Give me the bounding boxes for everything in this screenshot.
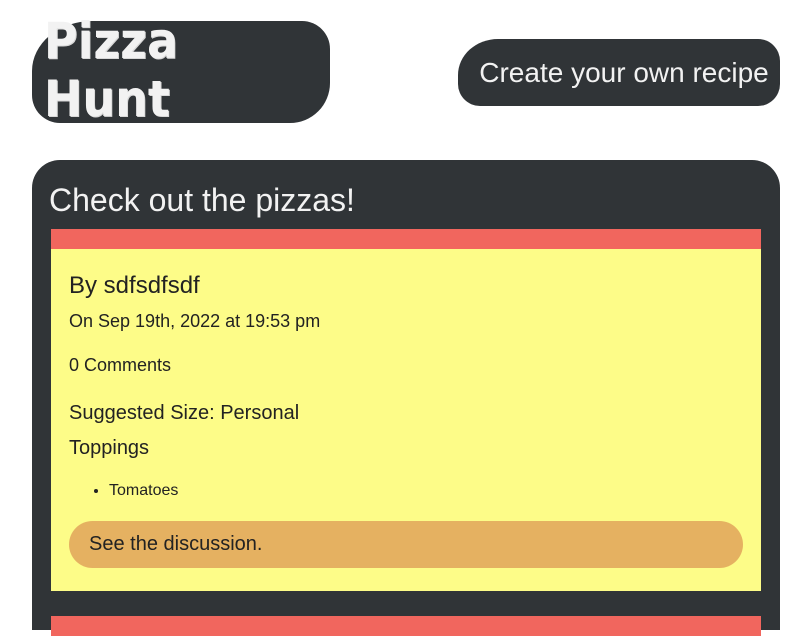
pizza-date: On Sep 19th, 2022 at 19:53 pm [69,311,321,331]
topping-item: Tomatoes [109,481,743,501]
page-header: Pizza Hunt Create your own recipe [0,0,812,140]
pizza-list-section: Check out the pizzas! By sdfsdfsdf On Se… [32,160,780,636]
toppings-list: Tomatoes [69,481,743,501]
card-header-band [51,229,761,249]
next-pizza-card [51,616,761,636]
card-body: By sdfsdfsdf On Sep 19th, 2022 at 19:53 … [51,249,761,501]
see-discussion-button[interactable]: See the discussion. [69,521,743,568]
site-logo[interactable]: Pizza Hunt [32,12,330,128]
pizza-card: By sdfsdfsdf On Sep 19th, 2022 at 19:53 … [51,229,761,591]
create-recipe-link[interactable]: Create your own recipe [458,39,780,106]
page-title: Check out the pizzas! [49,182,355,218]
comment-count: 0 Comments [69,355,172,375]
pizza-author: By sdfsdfsdf [69,272,200,299]
toppings-heading: Toppings [69,437,150,459]
pizza-size: Suggested Size: Personal [69,402,300,424]
logo-text: Pizza Hunt [43,12,178,128]
